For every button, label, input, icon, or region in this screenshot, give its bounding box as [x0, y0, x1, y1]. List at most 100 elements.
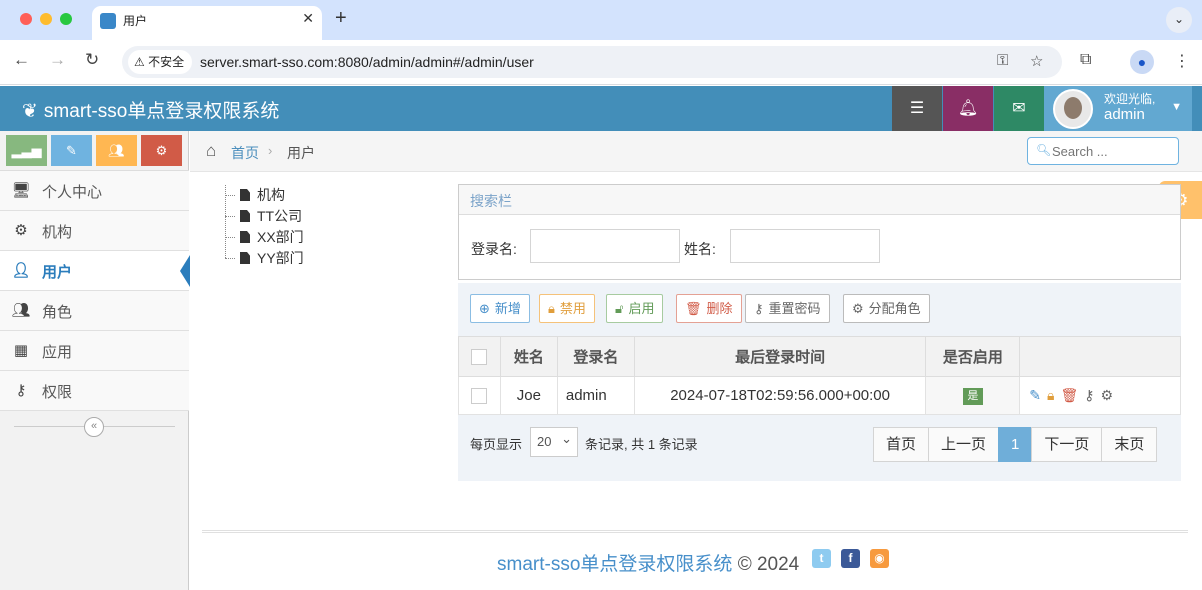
- url-text[interactable]: server.smart-sso.com:8080/admin/admin#/a…: [200, 54, 534, 70]
- table-row[interactable]: Joe admin 2024-07-18T02:59:56.000+00:00 …: [458, 376, 1181, 415]
- sidebar-item-label: 用户: [42, 264, 73, 281]
- sidebar-item-organization[interactable]: ⚙ 机构: [0, 211, 189, 251]
- tree-node[interactable]: TT公司: [225, 206, 304, 227]
- tab-close-icon[interactable]: ✕: [302, 10, 314, 27]
- double-chevron-left-icon: «: [90, 420, 98, 432]
- footer-brand: smart-sso单点登录权限系统: [497, 554, 733, 575]
- shortcut-settings-button[interactable]: ⚙: [141, 135, 182, 166]
- breadcrumb-separator-icon: ›: [268, 143, 273, 158]
- browser-tab-bar: 用户 ✕ + ⌄: [0, 0, 1202, 40]
- breadcrumb-home-link[interactable]: 首页: [231, 143, 259, 163]
- facebook-icon[interactable]: f: [841, 549, 860, 568]
- name-label: 姓名:: [684, 241, 716, 257]
- reset-password-button[interactable]: ⚷ 重置密码: [745, 294, 830, 323]
- address-bar[interactable]: ⚠ 不安全 server.smart-sso.com:8080/admin/ad…: [122, 46, 1062, 78]
- sidebar-item-label: 机构: [42, 224, 73, 241]
- collapse-sidebar-button[interactable]: «: [84, 417, 104, 437]
- tree-node[interactable]: YY部门: [225, 248, 304, 269]
- password-key-icon[interactable]: ⚿: [997, 52, 1008, 69]
- reset-password-button-label: 重置密码: [768, 301, 821, 316]
- sidebar-item-label: 应用: [42, 344, 73, 361]
- column-header[interactable]: 姓名: [499, 336, 558, 377]
- maximize-window-button[interactable]: [60, 13, 72, 25]
- column-header[interactable]: 登录名: [556, 336, 635, 377]
- bell-icon: 🔔︎: [957, 100, 979, 117]
- close-window-button[interactable]: [20, 13, 32, 25]
- tree-node[interactable]: 机构: [225, 185, 304, 206]
- browser-tab[interactable]: 用户 ✕: [92, 6, 322, 40]
- forward-arrow-icon[interactable]: →: [49, 50, 66, 70]
- page-size-select[interactable]: 20: [530, 427, 578, 457]
- sidebar-item-roles[interactable]: 👥︎ 角色: [0, 291, 189, 331]
- search-input[interactable]: [1052, 142, 1172, 160]
- footer: smart-sso单点登录权限系统 © 2024 t f ◉: [202, 530, 1188, 590]
- shortcut-edit-button[interactable]: ✎: [51, 135, 92, 166]
- login-cell: admin: [556, 376, 635, 415]
- extensions-puzzle-icon[interactable]: ⧉: [1080, 51, 1091, 69]
- gear-icon: ⚙: [852, 301, 864, 316]
- row-select-cell: [458, 376, 501, 415]
- sidebar-item-users[interactable]: 👤︎ 用户: [0, 251, 190, 291]
- tab-search-chevron-icon[interactable]: ⌄: [1166, 7, 1192, 33]
- notifications-button[interactable]: 🔔︎: [943, 86, 993, 131]
- lock-icon[interactable]: 🔒︎: [1047, 387, 1054, 404]
- next-page-button[interactable]: 下一页: [1031, 427, 1103, 462]
- grid-icon: ▦: [13, 342, 29, 359]
- column-header[interactable]: 最后登录时间: [633, 336, 927, 377]
- sidebar-item-permissions[interactable]: ⚷ 权限: [0, 371, 189, 411]
- row-checkbox[interactable]: [471, 388, 488, 405]
- page-size-value: 20: [537, 434, 552, 449]
- back-arrow-icon[interactable]: ←: [13, 50, 30, 70]
- column-header[interactable]: 是否启用: [925, 336, 1021, 377]
- pencil-icon: ✎: [66, 143, 77, 158]
- sidebar-shortcuts: ▂▃▅ ✎ 👥︎ ⚙: [0, 131, 189, 171]
- welcome-text: 欢迎光临,: [1104, 92, 1156, 106]
- minimize-window-button[interactable]: [40, 13, 52, 25]
- reload-icon[interactable]: ↻: [85, 50, 99, 70]
- shortcut-users-button[interactable]: 👥︎: [96, 135, 137, 166]
- add-button-label: 新增: [494, 301, 521, 316]
- breadcrumb-current: 用户: [287, 145, 315, 161]
- trash-icon[interactable]: 🗑︎: [1060, 387, 1078, 404]
- tasks-button[interactable]: ☰: [892, 86, 942, 131]
- messages-button[interactable]: ✉: [994, 86, 1044, 131]
- search-panel: 搜索栏 登录名: 姓名:: [458, 184, 1181, 280]
- bookmark-star-icon[interactable]: ☆: [1030, 52, 1043, 70]
- gear-icon[interactable]: ⚙: [1101, 387, 1114, 404]
- add-button[interactable]: ⊕ 新增: [470, 294, 530, 323]
- first-page-button[interactable]: 首页: [873, 427, 930, 462]
- prev-page-button[interactable]: 上一页: [928, 427, 1000, 462]
- user-menu[interactable]: 欢迎光临, admin ▼: [1044, 86, 1192, 131]
- rss-icon[interactable]: ◉: [870, 549, 889, 568]
- security-indicator[interactable]: ⚠ 不安全: [128, 50, 193, 74]
- search-panel-title: 搜索栏: [459, 185, 1180, 215]
- login-name-input[interactable]: [530, 229, 680, 263]
- user-avatar: [1053, 89, 1093, 129]
- delete-button[interactable]: 🗑︎ 删除: [676, 294, 742, 323]
- current-page-button[interactable]: 1: [998, 427, 1033, 462]
- sidebar-item-profile[interactable]: 🖥︎ 个人中心: [0, 171, 189, 211]
- disable-button[interactable]: 🔒︎ 禁用: [539, 294, 595, 323]
- twitter-icon[interactable]: t: [812, 549, 831, 568]
- edit-pencil-icon[interactable]: ✎: [1029, 387, 1041, 404]
- tree-node-label: 机构: [257, 187, 285, 203]
- tree-node[interactable]: XX部门: [225, 227, 304, 248]
- shortcut-stats-button[interactable]: ▂▃▅: [6, 135, 47, 166]
- enable-button-label: 启用: [628, 301, 655, 316]
- browser-menu-icon[interactable]: ⋮: [1174, 51, 1190, 71]
- key-icon[interactable]: ⚷: [1084, 387, 1094, 404]
- assign-role-button[interactable]: ⚙ 分配角色: [843, 294, 930, 323]
- cogs-icon: ⚙: [155, 143, 168, 158]
- name-input[interactable]: [730, 229, 880, 263]
- profile-avatar-icon[interactable]: ●: [1130, 50, 1154, 74]
- sidebar-item-apps[interactable]: ▦ 应用: [0, 331, 189, 371]
- select-all-checkbox[interactable]: [471, 349, 488, 366]
- pagination: 首页 上一页 1 下一页 末页: [873, 427, 1158, 462]
- brand-logo[interactable]: ❦ smart-sso单点登录权限系统: [22, 96, 279, 123]
- last-page-button[interactable]: 末页: [1101, 427, 1158, 462]
- new-tab-button[interactable]: +: [335, 7, 347, 30]
- select-all-header: [458, 336, 501, 377]
- footer-text: smart-sso单点登录权限系统 © 2024: [497, 549, 799, 576]
- enable-button[interactable]: 🔓︎ 启用: [606, 294, 664, 323]
- file-icon: [240, 189, 250, 201]
